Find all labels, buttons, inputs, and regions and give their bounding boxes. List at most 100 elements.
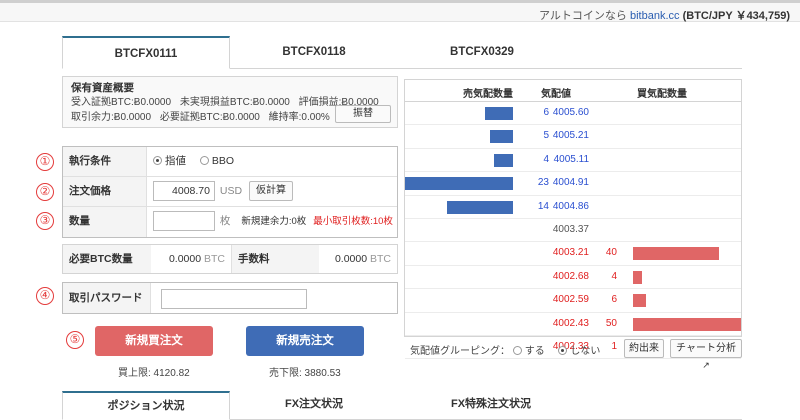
password-row: 取引パスワード xyxy=(62,282,398,314)
buy-upper-limit: 買上限: 4120.82 xyxy=(118,368,190,379)
bbo-radio[interactable] xyxy=(199,156,209,165)
bid-row[interactable]: 4002.68 4 xyxy=(405,266,741,290)
ask-row[interactable]: 4 4005.11 xyxy=(405,149,741,173)
bid-quantity: 50 xyxy=(605,317,617,329)
transfer-button[interactable]: 振替 xyxy=(335,105,391,123)
order-price-label: 注文価格 xyxy=(63,177,147,206)
ask-quantity: 14 xyxy=(537,200,549,212)
ask-quantity: 5 xyxy=(543,130,549,142)
bbo-radio-label: BBO xyxy=(211,155,235,167)
mid-price: 4003.37 xyxy=(552,224,589,235)
exec-condition-label: 執行条件 xyxy=(63,147,147,176)
bid-volume-bar xyxy=(633,294,646,308)
chart-analysis-button[interactable]: チャート分析 ↗ xyxy=(670,339,742,370)
topbar-promo: アルトコインなら bitbank.cc (BTC/JPY ￥434,759) xyxy=(539,7,790,23)
quantity-field-group: 枚 新規建余力:0枚 最小取引枚数:10枚 xyxy=(153,207,393,237)
new-sell-order-button[interactable]: 新規売注文 xyxy=(246,326,364,356)
mid-price-row[interactable]: 4003.37 xyxy=(405,219,741,243)
ask-qty-header: 売気配数量 xyxy=(463,89,513,100)
quantity-unit: 枚 xyxy=(219,215,231,227)
order-price-input[interactable]: 4008.70 xyxy=(153,181,215,202)
quantity-row: 数量 枚 新規建余力:0枚 最小取引枚数:10枚 xyxy=(63,207,397,237)
marker-4: ④ xyxy=(36,287,54,305)
min-trade-quantity: 最小取引枚数:10枚 xyxy=(313,216,393,227)
new-buy-order-button[interactable]: 新規買注文 xyxy=(95,326,213,356)
ask-price: 4005.11 xyxy=(553,153,589,165)
bid-price: 4002.59 xyxy=(552,294,589,306)
ask-row[interactable]: 23 4004.91 xyxy=(405,172,741,196)
password-label: 取引パスワード xyxy=(63,283,151,313)
order-form: 執行条件 指値 BBO 注文価格 4008.70 USD 仮計算 数量 枚 新規… xyxy=(62,146,398,238)
bid-quantity: 4 xyxy=(611,270,617,282)
quantity-input[interactable] xyxy=(153,211,215,232)
tab-btcfx0329[interactable]: BTCFX0329 xyxy=(398,36,566,69)
password-input[interactable] xyxy=(161,289,307,309)
bid-volume-bar xyxy=(633,247,720,261)
new-position-capacity: 新規建余力:0枚 xyxy=(241,216,307,227)
fee-value-cell: 0.0000 BTC xyxy=(319,245,397,273)
bid-price: 4002.68 xyxy=(552,270,589,282)
price-unit: USD xyxy=(219,185,243,197)
ask-row[interactable]: 14 4004.86 xyxy=(405,196,741,219)
quantity-label: 数量 xyxy=(63,207,147,237)
ask-row[interactable]: 5 4005.21 xyxy=(405,125,741,149)
ask-price: 4005.60 xyxy=(552,107,589,118)
trading-capacity: 取引余力:Ƀ0.0000 xyxy=(71,112,152,123)
marker-5: ⑤ xyxy=(66,331,84,349)
ask-quantity: 4 xyxy=(543,153,549,165)
order-book: 売気配数量 気配値 買気配数量 6 4005.60 5 4005.21 4 4005.11… xyxy=(404,79,742,360)
bid-qty-header: 買気配数量 xyxy=(637,89,687,100)
limit-radio[interactable] xyxy=(153,156,162,165)
btc-jpy-price: (BTC/JPY ￥434,759) xyxy=(682,10,790,22)
status-tabs: ポジション状況 FX注文状況 FX特殊注文状況 xyxy=(62,391,742,420)
unrealized-pl: 未実現損益BTC:Ƀ0.0000 xyxy=(179,97,290,108)
exec-condition-options: 指値 BBO xyxy=(153,147,234,176)
bid-volume-bar xyxy=(633,270,642,284)
grouping-on-label: する xyxy=(524,346,545,357)
tab-btcfx0111[interactable]: BTCFX0111 xyxy=(62,36,230,69)
grouping-control: 気配値グルーピング： する しない xyxy=(410,342,600,357)
required-btc-unit: BTC xyxy=(204,253,225,265)
required-btc-value: 0.0000 xyxy=(168,253,202,265)
price-header: 気配値 xyxy=(541,89,571,100)
bid-row[interactable]: 4002.59 6 xyxy=(405,289,741,313)
marker-1: ① xyxy=(36,153,54,171)
bid-volume-bar xyxy=(633,317,741,331)
bitbank-link[interactable]: bitbank.cc xyxy=(630,10,680,22)
order-book-header: 売気配数量 気配値 買気配数量 xyxy=(405,80,741,102)
ask-price: 4005.21 xyxy=(552,130,589,142)
ask-quantity: 23 xyxy=(537,177,549,189)
marker-3: ③ xyxy=(36,212,54,230)
grouping-label: 気配値グルーピング： xyxy=(410,346,510,357)
fee-value: 0.0000 xyxy=(334,253,368,265)
received-margin: 受入証拠BTC:Ƀ0.0000 xyxy=(71,97,172,108)
ask-row[interactable]: 6 4005.60 xyxy=(405,102,741,126)
bid-quantity: 6 xyxy=(611,294,617,306)
ask-volume-bar xyxy=(447,200,513,214)
tab-positions[interactable]: ポジション状況 xyxy=(62,391,230,420)
limit-radio-label: 指値 xyxy=(165,155,186,167)
bid-quantity: 40 xyxy=(605,247,617,259)
external-link-icon: ↗ xyxy=(702,360,710,370)
trades-button[interactable]: 約出来 xyxy=(624,339,664,358)
exec-condition-row: 執行条件 指値 BBO xyxy=(63,147,397,177)
cost-summary: 必要BTC数量 0.0000 BTC 手数料 0.0000 BTC xyxy=(62,244,398,274)
ask-volume-bar xyxy=(489,130,513,144)
marker-2: ② xyxy=(36,183,54,201)
fee-unit: BTC xyxy=(370,253,391,265)
bid-price: 4003.21 xyxy=(552,247,589,259)
asset-summary: 保有資産概要 受入証拠BTC:Ƀ0.0000 未実現損益BTC:Ƀ0.0000 … xyxy=(62,76,398,128)
tab-fx-special-orders[interactable]: FX特殊注文状況 xyxy=(398,391,584,420)
ask-quantity: 6 xyxy=(543,107,549,118)
required-btc-label: 必要BTC数量 xyxy=(63,245,151,273)
grouping-off-radio[interactable] xyxy=(558,346,568,355)
tab-btcfx0118[interactable]: BTCFX0118 xyxy=(230,36,398,69)
chart-analysis-label: チャート分析 xyxy=(676,343,736,354)
tab-fx-orders[interactable]: FX注文状況 xyxy=(230,391,398,420)
estimate-button[interactable]: 仮計算 xyxy=(249,181,294,202)
bid-row[interactable]: 4002.43 50 xyxy=(405,313,741,336)
bid-row[interactable]: 4003.21 40 xyxy=(405,242,741,266)
contract-tabs: BTCFX0111 BTCFX0118 BTCFX0329 xyxy=(62,36,742,69)
grouping-on-radio[interactable] xyxy=(512,346,522,355)
ask-price: 4004.91 xyxy=(552,177,589,189)
